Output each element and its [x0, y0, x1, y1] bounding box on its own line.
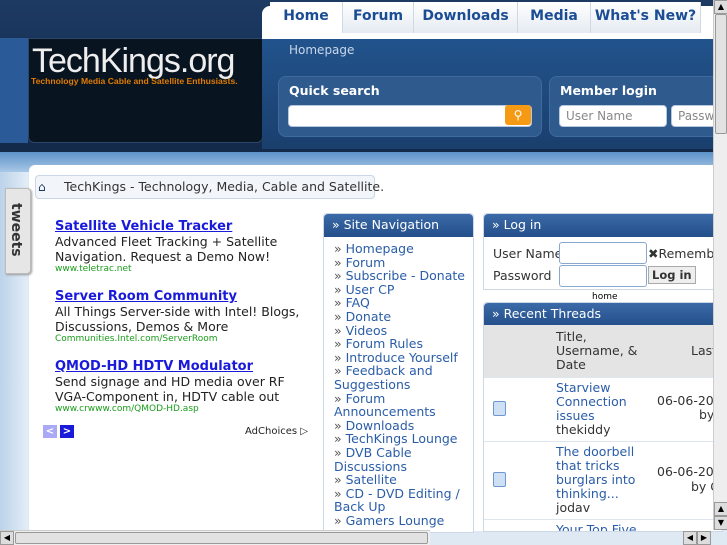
- scroll-up-icon[interactable]: ▲: [714, 0, 727, 14]
- ad-text: Advanced Fleet Tracking + Satellite Navi…: [55, 234, 278, 264]
- site-nav-item[interactable]: » User CP: [334, 282, 473, 297]
- site-nav-item[interactable]: » Satellite: [334, 473, 473, 487]
- site-navigation-list: » Homepage» Forum» Subscribe - Donate» U…: [324, 237, 473, 527]
- site-nav-item[interactable]: » Feedback and Suggestions: [334, 364, 473, 391]
- ad-url[interactable]: Communities.Intel.com/ServerRoom: [55, 334, 315, 344]
- ad-title[interactable]: Server Room Community: [55, 289, 315, 304]
- site-logo[interactable]: TechKings.org Technology Media Cable and…: [28, 38, 263, 143]
- login-button[interactable]: Log in: [648, 266, 696, 284]
- adchoices-label: AdChoices: [245, 426, 298, 437]
- thread-date: 06-06-201: [657, 464, 722, 479]
- sub-nav-homepage[interactable]: Homepage: [289, 43, 354, 57]
- bullet: »: [334, 512, 346, 528]
- tab-forum[interactable]: Forum: [343, 2, 414, 33]
- site-nav-link[interactable]: Forum Announcements: [334, 391, 436, 420]
- site-nav-item[interactable]: » Gamers Lounge: [334, 514, 473, 528]
- home-link[interactable]: home: [592, 292, 618, 302]
- adchoices-link[interactable]: AdChoices ▷: [245, 426, 308, 437]
- scroll-down-icon[interactable]: ▼: [714, 516, 727, 530]
- quick-search-box: Quick search ⚲: [278, 76, 542, 137]
- password-label: Password: [493, 268, 552, 283]
- site-nav-item[interactable]: » DVB Cable Discussions: [334, 446, 473, 473]
- tab-home[interactable]: Home: [270, 2, 343, 33]
- login-password-input[interactable]: [559, 265, 647, 287]
- site-nav-item[interactable]: » FAQ: [334, 296, 473, 310]
- quick-search-title: Quick search: [289, 83, 380, 98]
- site-nav-link[interactable]: CD - DVD Editing / Back Up: [334, 486, 460, 515]
- ad-item: QMOD-HD HDTV Modulator Send signage and …: [55, 359, 315, 414]
- horizontal-scrollbar[interactable]: ◀: [0, 530, 430, 545]
- ad-text: Send signage and HD media over RF VGA-Co…: [55, 374, 285, 404]
- search-input[interactable]: [288, 105, 532, 127]
- username-label: User Name: [493, 246, 563, 261]
- remember-label: Rememb: [658, 246, 715, 261]
- site-nav-item[interactable]: » TechKings Lounge: [334, 432, 473, 446]
- tab-whats-new[interactable]: What's New?: [591, 2, 701, 33]
- site-nav-item[interactable]: » Donate: [334, 310, 473, 324]
- ad-next-icon[interactable]: >: [60, 425, 74, 438]
- ad-url[interactable]: www.crwww.com/QMOD-HD.asp: [55, 404, 315, 414]
- login-title: » Log in: [484, 214, 722, 237]
- site-navigation-panel: » Site Navigation » Homepage» Forum» Sub…: [323, 213, 474, 533]
- thread-user[interactable]: jodav: [556, 500, 590, 515]
- scroll-left-icon[interactable]: ◀: [683, 531, 697, 545]
- ad-item: Satellite Vehicle Tracker Advanced Fleet…: [55, 219, 315, 274]
- ad-item: Server Room Community All Things Server-…: [55, 289, 315, 344]
- recent-threads-title: » Recent Threads: [484, 303, 722, 326]
- col-title: Title, Username, & Date: [556, 329, 638, 372]
- site-nav-item[interactable]: » Forum Rules: [334, 337, 473, 351]
- member-login-box: Member login User Name Password: [549, 76, 727, 137]
- threads-table-header: Title, Username, & Date Last: [484, 325, 717, 377]
- breadcrumb-text[interactable]: TechKings - Technology, Media, Cable and…: [64, 179, 384, 194]
- thread-title[interactable]: The doorbell that tricks burglars into t…: [556, 444, 635, 501]
- breadcrumb: ⌂ TechKings - Technology, Media, Cable a…: [35, 175, 384, 199]
- site-navigation-title: » Site Navigation: [324, 214, 473, 237]
- thread-icon: [493, 401, 506, 416]
- username-input[interactable]: User Name: [559, 105, 667, 127]
- site-nav-item[interactable]: » Downloads: [334, 418, 473, 433]
- scroll-right-icon[interactable]: ▶: [697, 531, 711, 545]
- thread-title[interactable]: Your Top Five: [556, 523, 637, 532]
- home-icon[interactable]: ⌂: [38, 176, 46, 198]
- site-nav-item[interactable]: » Introduce Yourself: [334, 350, 473, 365]
- table-row: The doorbell that tricks burglars into t…: [484, 441, 722, 519]
- logo-tagline: Technology Media Cable and Satellite Ent…: [31, 76, 238, 86]
- tweets-tab[interactable]: tweets: [5, 188, 31, 274]
- site-nav-item[interactable]: » CD - DVD Editing / Back Up: [334, 486, 473, 515]
- ad-text: All Things Server-side with Intel! Blogs…: [55, 304, 300, 334]
- member-login-title: Member login: [560, 83, 657, 98]
- vertical-scroll-thumb[interactable]: [715, 14, 727, 134]
- remember-checkbox[interactable]: ✖Rememb: [648, 246, 714, 261]
- site-nav-link[interactable]: Feedback and Suggestions: [334, 363, 433, 392]
- ad-url[interactable]: www.teletrac.net: [55, 264, 315, 274]
- site-nav-item[interactable]: » Forum: [334, 255, 473, 270]
- ad-prev-icon[interactable]: <: [43, 425, 57, 438]
- thread-icon: [493, 472, 506, 487]
- tab-media[interactable]: Media: [518, 2, 591, 33]
- table-row: Your Top Five: [484, 519, 714, 531]
- scroll-left-icon[interactable]: ◀: [0, 531, 14, 545]
- header-accent: [0, 38, 28, 143]
- site-nav-item[interactable]: » Forum Announcements: [334, 391, 473, 420]
- site-nav-item[interactable]: » Subscribe - Donate: [334, 269, 473, 283]
- tab-downloads[interactable]: Downloads: [414, 2, 518, 33]
- ad-title[interactable]: QMOD-HD HDTV Modulator: [55, 359, 315, 374]
- horizontal-scroll-thumb[interactable]: [15, 532, 428, 544]
- site-nav-link[interactable]: DVB Cable Discussions: [334, 445, 412, 474]
- scroll-up-icon[interactable]: ▲: [714, 502, 727, 516]
- vertical-scrollbar[interactable]: ▲ ▲ ▼: [713, 0, 727, 530]
- thread-user[interactable]: thekiddy: [556, 422, 611, 437]
- tweets-label: tweets: [8, 203, 24, 257]
- thread-date: 06-06-201: [657, 393, 722, 408]
- ad-title[interactable]: Satellite Vehicle Tracker: [55, 219, 315, 234]
- search-icon[interactable]: ⚲: [505, 105, 531, 125]
- site-nav-item[interactable]: » Homepage: [334, 242, 473, 256]
- login-username-input[interactable]: [559, 242, 647, 264]
- thread-title[interactable]: Starview Connection issues: [556, 380, 627, 423]
- site-nav-link[interactable]: Gamers Lounge: [346, 513, 445, 528]
- table-row: Starview Connection issues thekiddy 06-06…: [484, 377, 722, 441]
- site-nav-item[interactable]: » Videos: [334, 323, 473, 338]
